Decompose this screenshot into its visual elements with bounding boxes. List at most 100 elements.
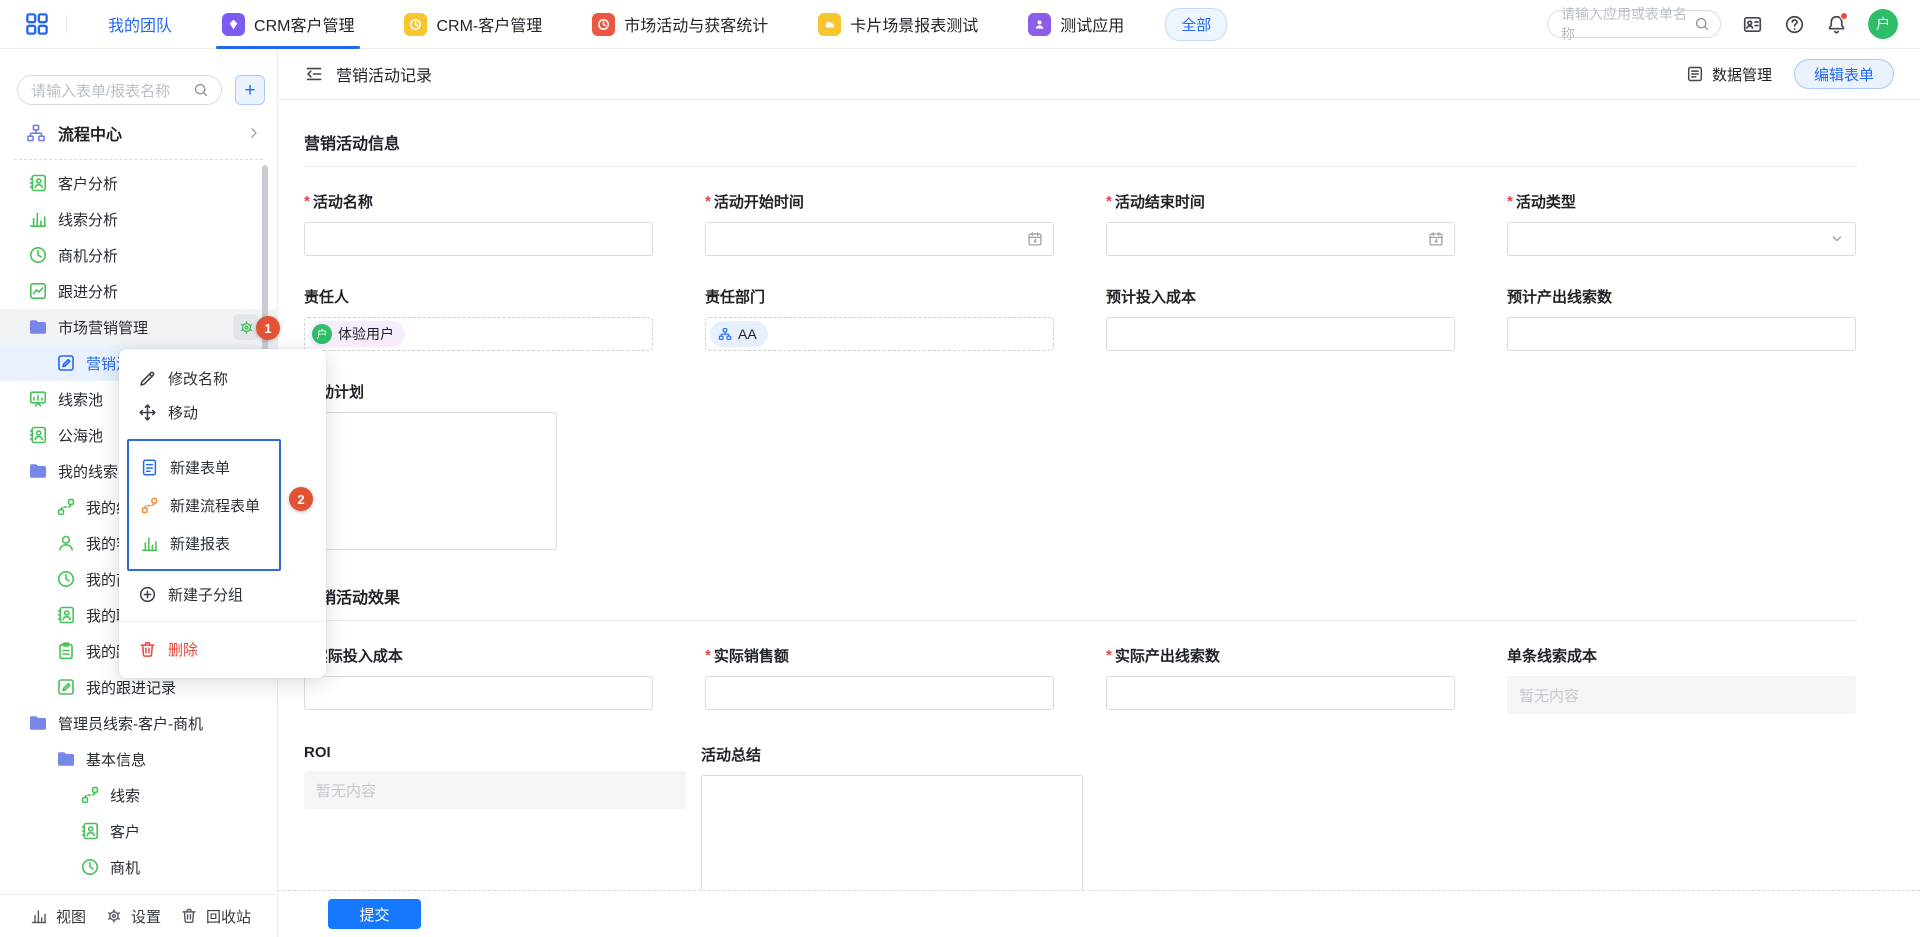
menu-item-new-form[interactable]: 新建表单 [129,448,279,486]
sidebar-item-customer-analysis[interactable]: 客户分析 [0,165,277,201]
field-roi: ROI 暂无内容 [304,744,701,912]
views-button[interactable]: 视图 [30,906,86,927]
clock-icon [80,857,100,877]
section-title-activity-info: 营销活动信息 [304,100,1857,154]
item-label: 市场营销管理 [58,317,148,338]
footer-label: 视图 [56,906,86,927]
sidebar-item-followup-analysis[interactable]: 跟进分析 [0,273,277,309]
tab-label: 我的团队 [108,12,172,36]
activity-name-input[interactable] [304,222,653,256]
activity-type-select[interactable] [1507,222,1856,256]
menu-item-new-subgroup[interactable]: 新建子分组 [119,577,326,611]
edit-form-button[interactable]: 编辑表单 [1794,59,1894,89]
actual-leads-input[interactable] [1106,676,1455,710]
user-avatar[interactable]: 户 [1868,9,1898,39]
tab-label: 卡片场景报表测试 [850,12,978,36]
search-icon [1694,16,1710,32]
notification-bell-icon[interactable] [1826,14,1847,35]
sidebar-item-leads-analysis[interactable]: 线索分析 [0,201,277,237]
contacts-icon[interactable] [1742,14,1763,35]
menu-item-new-flow-form[interactable]: 新建流程表单 [129,486,279,524]
calendar-icon [1027,231,1043,247]
tab-label: CRM客户管理 [254,12,354,36]
required-mark: * [1106,647,1112,664]
address-book-icon [28,173,48,193]
menu-item-rename[interactable]: 修改名称 [119,361,326,395]
menu-item-new-report[interactable]: 新建报表 [129,524,279,562]
sidebar-item-opportunities[interactable]: 商机 [0,849,277,885]
gem-app-icon [222,13,245,36]
tab-my-team[interactable]: 我的团队 [108,0,172,49]
item-label: 线索分析 [58,209,118,230]
gear-icon [105,907,123,925]
member-tag-label: 体验用户 [338,324,394,344]
main-panel: 营销活动记录 数据管理 编辑表单 营销活动信息 *活动名称 *活动开始时间 [278,49,1920,937]
field-estimated-leads: 预计产出线索数 [1507,286,1856,351]
field-activity-type: *活动类型 [1507,191,1856,256]
process-center-label: 流程中心 [58,121,122,145]
add-form-button[interactable]: + [235,75,265,105]
person-icon [56,533,76,553]
actual-cost-input[interactable] [304,676,653,710]
member-tag[interactable]: 户 体验用户 [309,321,405,347]
estimated-cost-input[interactable] [1106,317,1455,351]
tab-label: CRM-客户管理 [436,12,542,36]
sidebar-item-basic-info-folder[interactable]: 基本信息 [0,741,277,777]
help-icon[interactable] [1784,14,1805,35]
plus-circle-icon [138,585,157,604]
activity-plan-textarea[interactable] [304,412,557,550]
sidebar-divider [14,159,263,160]
field-actual-leads: *实际产出线索数 [1106,645,1455,714]
sidebar-item-leads[interactable]: 线索 [0,777,277,813]
sidebar-item-customers[interactable]: 客户 [0,813,277,849]
apps-grid-icon[interactable] [24,11,50,37]
form-search-input[interactable]: 请输入表单/报表名称 [17,75,222,105]
all-apps-filter[interactable]: 全部 [1165,8,1227,41]
item-label: 跟进分析 [58,281,118,302]
sidebar-item-admin-leads-folder[interactable]: 管理员线索-客户-商机 [0,705,277,741]
data-manage-button[interactable]: 数据管理 [1686,64,1772,85]
estimated-leads-input[interactable] [1507,317,1856,351]
department-tag[interactable]: AA [710,321,768,347]
tab-card-report-test[interactable]: 卡片场景报表测试 [818,0,978,49]
sidebar-item-marketing-management[interactable]: 市场营销管理 [0,309,277,345]
field-row-3: *实际投入成本 *实际销售额 *实际产出线索数 单条线索成本 暂无内容 [304,645,1857,714]
required-mark: * [705,647,711,664]
tab-crm-customer-mgmt[interactable]: CRM客户管理 [222,0,354,49]
item-label: 管理员线索-客户-商机 [58,713,203,734]
tab-market-activity-stats[interactable]: 市场活动与获客统计 [592,0,768,49]
global-search-input[interactable]: 请输入应用或表单名称 [1547,10,1721,38]
item-label: 商机分析 [58,245,118,266]
field-label: 活动名称 [313,191,373,212]
field-actual-sales: *实际销售额 [705,645,1054,714]
owner-member-input[interactable]: 户 体验用户 [304,317,653,351]
item-label: 客户分析 [58,173,118,194]
gear-icon [238,319,255,336]
settings-button[interactable]: 设置 [105,906,161,927]
item-label: 线索池 [58,389,103,410]
start-time-input[interactable] [705,222,1054,256]
route-icon [140,496,159,515]
field-label: ROI [304,744,331,761]
sidebar-scrollbar[interactable] [262,165,268,380]
cloud-app-icon [818,13,841,36]
field-label: 单条线索成本 [1507,645,1597,666]
route-icon [56,497,76,517]
sidebar-item-opportunity-analysis[interactable]: 商机分析 [0,237,277,273]
tab-test-app[interactable]: 测试应用 [1028,0,1124,49]
menu-item-delete[interactable]: 删除 [119,632,326,666]
menu-item-move[interactable]: 移动 [119,395,326,429]
top-bar: 我的团队 CRM客户管理 CRM-客户管理 市场活动与获客统计 卡片场景报表测试… [0,0,1920,49]
recycle-bin-button[interactable]: 回收站 [180,906,251,927]
process-center[interactable]: 流程中心 [0,115,277,151]
submit-button[interactable]: 提交 [328,899,421,929]
department-input[interactable]: AA [705,317,1054,351]
actual-sales-input[interactable] [705,676,1054,710]
field-actual-cost: *实际投入成本 [304,645,653,714]
folder-icon [56,749,76,769]
end-time-input[interactable] [1106,222,1455,256]
document-icon [140,458,159,477]
field-label: 活动总结 [701,744,761,765]
collapse-sidebar-icon[interactable] [304,64,324,84]
tab-crm-customer-mgmt-2[interactable]: CRM-客户管理 [404,0,542,49]
